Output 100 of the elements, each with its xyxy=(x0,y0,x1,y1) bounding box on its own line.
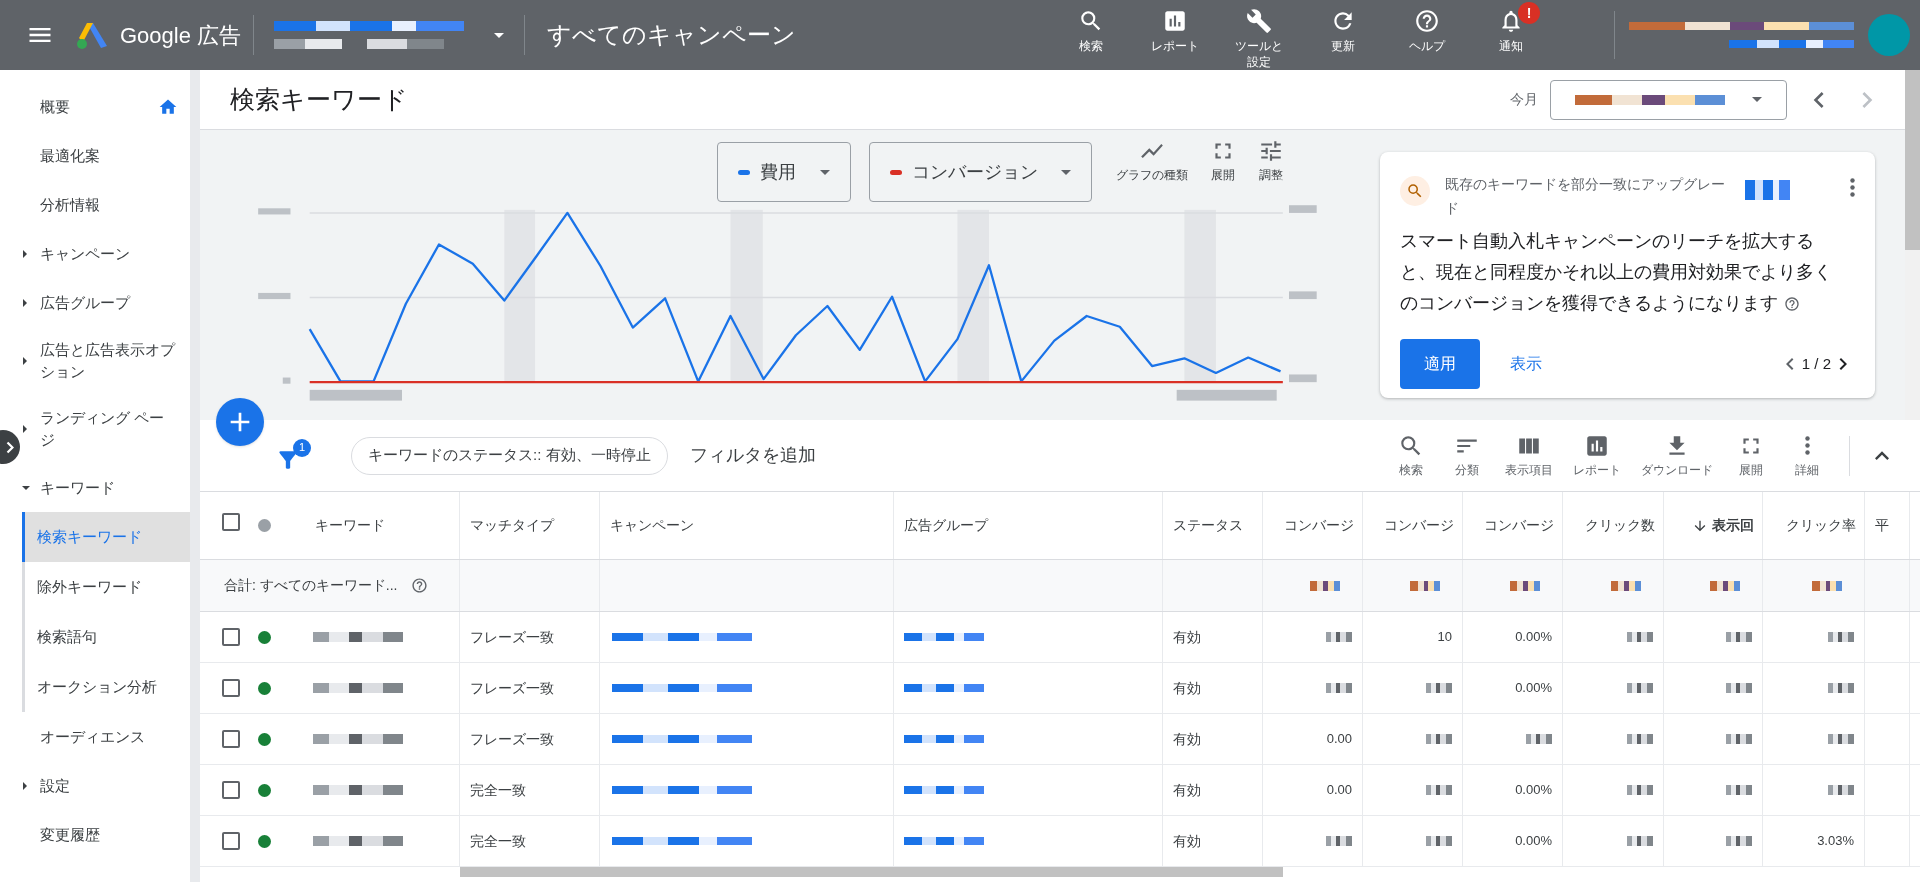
metric-value: 0.00 xyxy=(1326,781,1352,800)
checkbox[interactable] xyxy=(222,628,240,646)
blurred-text xyxy=(1510,580,1540,591)
column-header[interactable]: キーワード xyxy=(315,515,385,536)
chart-tool-button[interactable]: 展開 xyxy=(1206,138,1240,184)
column-header[interactable]: 平 xyxy=(1875,515,1889,536)
recommendation-text: スマート自動入札キャンペーンのリーチを拡大すると、現在と同程度かそれ以上の費用対効果でより多くのコンバージョンを獲得できるようになります xyxy=(1400,230,1833,315)
blurred-axis-label xyxy=(1289,374,1317,383)
column-header[interactable]: キャンペーン xyxy=(610,515,694,536)
blurred-text xyxy=(1326,683,1352,693)
status-text: 有効 xyxy=(1173,678,1201,698)
match-type: フレーズ一致 xyxy=(470,729,554,749)
status-text: 有効 xyxy=(1173,627,1201,647)
sidebar-item[interactable]: 広告グループ xyxy=(20,278,190,327)
help-icon[interactable] xyxy=(411,577,429,594)
filter-button[interactable]: 1 xyxy=(275,438,311,473)
blurred-axis-label xyxy=(258,208,291,215)
sidebar-subitem[interactable]: 検索語句 xyxy=(22,612,190,662)
toolbar-button[interactable]: 表示項目 xyxy=(1495,432,1563,479)
sidebar-subitem[interactable]: オークション分析 xyxy=(22,662,190,712)
metric-value: 0.00% xyxy=(1515,832,1552,851)
search-icon xyxy=(1400,176,1430,206)
toolbar-button[interactable]: 詳細 xyxy=(1779,432,1835,479)
column-header[interactable]: クリック率 xyxy=(1786,515,1856,536)
more-icon[interactable] xyxy=(1804,436,1810,455)
metric-selector[interactable]: 費用 xyxy=(717,142,851,202)
match-type: 完全一致 xyxy=(470,831,526,851)
checkbox[interactable] xyxy=(222,781,240,799)
column-header[interactable]: クリック数 xyxy=(1585,515,1655,536)
table-row[interactable]: フレーズ一致 有効 0.00 xyxy=(200,714,1920,765)
table-row[interactable]: フレーズ一致 有効 10 0.00% xyxy=(200,612,1920,663)
add-filter-button[interactable]: フィルタを追加 xyxy=(689,442,816,469)
toolbar-button[interactable]: レポート xyxy=(1563,432,1631,479)
blurred-text xyxy=(1828,734,1854,744)
top-action-button[interactable]: レポート xyxy=(1142,2,1208,54)
help-icon[interactable] xyxy=(1784,296,1800,313)
notification-badge: ! xyxy=(1518,2,1540,24)
chart-tool-button[interactable]: グラフの種類 xyxy=(1112,138,1192,184)
checkbox[interactable] xyxy=(222,679,240,697)
sidebar-item[interactable]: 概要 xyxy=(20,82,190,131)
metric-selector[interactable]: コンバージョン xyxy=(869,142,1092,202)
blurred-text xyxy=(1828,785,1854,795)
account-selector[interactable] xyxy=(274,21,505,49)
column-header[interactable]: コンバージ xyxy=(1384,515,1454,536)
caret-icon xyxy=(23,249,27,258)
toolbar-button[interactable]: 検索 xyxy=(1383,432,1439,479)
blurred-text xyxy=(1726,632,1752,642)
table-row[interactable]: フレーズ一致 有効 0.00% xyxy=(200,663,1920,714)
top-action-button[interactable]: 通知 ! xyxy=(1478,2,1544,54)
column-header[interactable]: ステータス xyxy=(1173,515,1243,536)
metric-value: 10 xyxy=(1437,628,1452,647)
caret-icon xyxy=(23,357,27,365)
top-action-button[interactable]: ツールと設定 xyxy=(1226,2,1292,70)
toolbar-button[interactable]: 展開 xyxy=(1723,432,1779,479)
blurred-text xyxy=(1745,180,1790,200)
top-action-button[interactable]: 検索 xyxy=(1058,2,1124,54)
sidebar-item[interactable]: キーワード xyxy=(20,463,190,512)
pager-text: 1 / 2 xyxy=(1801,353,1831,374)
blurred-text xyxy=(1627,785,1653,795)
chart-tool-button[interactable]: 調整 xyxy=(1254,138,1288,184)
blurred-text xyxy=(1726,734,1752,744)
sidebar-subitem[interactable]: 除外キーワード xyxy=(22,562,190,612)
date-range-dropdown[interactable] xyxy=(1550,79,1787,120)
blurred-text xyxy=(1326,632,1352,642)
column-header[interactable]: 広告グループ xyxy=(904,515,988,536)
view-link[interactable]: 表示 xyxy=(1510,352,1542,376)
scrollbar[interactable] xyxy=(1905,70,1920,420)
sidebar-item[interactable]: オーディエンス xyxy=(20,712,190,761)
sidebar-item[interactable]: 最適化案 xyxy=(20,131,190,180)
column-header[interactable]: 表示回 xyxy=(1692,515,1754,536)
column-header[interactable]: コンバージ xyxy=(1484,515,1554,536)
blurred-text xyxy=(1526,734,1552,744)
table-row[interactable]: 完全一致 有効 0.00 0.00% xyxy=(200,765,1920,816)
sidebar-item[interactable]: キャンペーン xyxy=(20,229,190,278)
blurred-text xyxy=(1426,683,1452,693)
top-action-button[interactable]: 更新 xyxy=(1310,2,1376,54)
top-action-button[interactable]: ヘルプ xyxy=(1394,2,1460,54)
column-header[interactable]: マッチタイプ xyxy=(470,515,554,536)
caret-icon xyxy=(23,781,27,790)
more-icon[interactable] xyxy=(1850,178,1855,197)
sidebar-subitem[interactable]: 検索キーワード xyxy=(22,512,190,562)
total-label: 合計: すべてのキーワード... xyxy=(224,576,398,595)
sidebar-item[interactable]: ランディング ページ xyxy=(20,395,190,463)
checkbox[interactable] xyxy=(222,730,240,748)
toolbar-button[interactable]: 分類 xyxy=(1439,432,1495,479)
metric-value: 0.00% xyxy=(1515,781,1552,800)
checkbox[interactable] xyxy=(222,513,240,531)
blurred-text xyxy=(1627,836,1653,846)
metric-value: 0.00 xyxy=(1326,730,1352,749)
sidebar-item[interactable]: 分析情報 xyxy=(20,180,190,229)
apply-button[interactable]: 適用 xyxy=(1400,339,1480,389)
sidebar-item[interactable]: 変更履歴 xyxy=(20,810,190,859)
blurred-axis-label xyxy=(282,377,291,384)
sidebar-item[interactable]: 広告と広告表示オプション xyxy=(20,327,190,395)
checkbox[interactable] xyxy=(222,832,240,850)
column-header[interactable]: コンバージ xyxy=(1284,515,1354,536)
blurred-text xyxy=(1726,785,1752,795)
toolbar-button[interactable]: ダウンロード xyxy=(1631,432,1723,479)
status-text: 有効 xyxy=(1173,729,1201,749)
sidebar-item[interactable]: 設定 xyxy=(20,761,190,810)
